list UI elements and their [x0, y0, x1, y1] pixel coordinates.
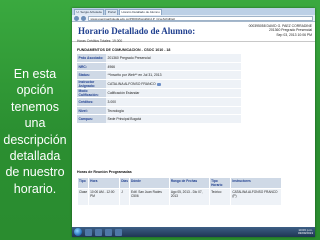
info-label: Nivel:	[77, 106, 106, 115]
email-icon[interactable]	[156, 82, 161, 86]
column-header: Días	[120, 178, 129, 188]
column-header: Tipo Horario	[210, 178, 231, 188]
column-header: Rango de Fechas	[169, 178, 210, 188]
schedule-cell: Ago 05, 2013 - Dic 07, 2013	[169, 189, 210, 205]
column-header: Instructores	[231, 178, 281, 188]
info-value: **Inscrito por Web** en Jul 31, 2013	[106, 71, 241, 80]
caption-line: En esta	[13, 67, 57, 81]
start-button-icon[interactable]	[74, 228, 82, 236]
browser-tab[interactable]: U. Sergio Arboleda	[74, 9, 105, 15]
embedded-screenshot: U. Sergio Arboleda Portal Horario Detall…	[72, 8, 315, 237]
taskbar-app-icon[interactable]	[105, 228, 112, 236]
taskbar-app-icon[interactable]	[115, 228, 122, 236]
browser-tab[interactable]: Portal	[105, 9, 119, 15]
caption-line: tenemos	[11, 99, 59, 114]
info-label: Créditos:	[77, 98, 106, 106]
info-label: Campus:	[77, 115, 106, 124]
taskbar-app-icon[interactable]	[95, 228, 102, 236]
browser-tab-active[interactable]: Horario Detallado de Alumno	[119, 9, 163, 15]
table-row: NRC: 4966	[77, 62, 241, 71]
table-row: Status: **Inscrito por Web** en Jul 31, …	[77, 71, 241, 80]
user-info: 000395058 DAVID G. PAEZ CORRADINE 201360…	[249, 24, 312, 37]
schedule-cell: 10:00 AM - 12:00 PM	[89, 189, 120, 205]
table-row: Instructor Asignado: CATALINA ALFONSO FR…	[77, 80, 241, 89]
forward-icon[interactable]	[81, 15, 86, 21]
page-title: Horario Detallado de Alumno:	[78, 26, 196, 36]
course-info-table: Prdo Asociado: 201360 Pregrado Presencia…	[77, 53, 241, 124]
table-header-row: Tipo Hora Días Dónde Rango de Fechas Tip…	[78, 178, 281, 188]
info-value-instructor: CATALINA ALFONSO FRANCO	[106, 80, 241, 89]
date-line: Sep 03, 2013 10:06 PM	[276, 32, 312, 37]
browser-tab-bar: U. Sergio Arboleda Portal Horario Detall…	[72, 8, 315, 15]
schedule-table: Tipo Hora Días Dónde Rango de Fechas Tip…	[77, 177, 282, 206]
table-row: Créditos: 3.000	[77, 98, 241, 106]
info-label: Status:	[77, 71, 106, 80]
column-header: Tipo	[78, 178, 89, 188]
taskbar-clock[interactable]: 10:06 p.m. 03/09/2013	[297, 228, 313, 236]
info-value: 4966	[106, 62, 241, 71]
taskbar-app-icon[interactable]	[85, 228, 92, 236]
info-label: Instructor Asignado:	[77, 80, 106, 89]
schedule-cell: J	[120, 189, 129, 205]
taskbar: 10:06 p.m. 03/09/2013	[72, 227, 315, 237]
info-value: Tecnologia	[106, 106, 241, 115]
course-title: FUNDAMENTOS DE COMUNICACION - CSOC 1010 …	[77, 48, 171, 52]
instructor-name[interactable]: CATALINA ALFONSO FRANCO	[108, 82, 156, 86]
table-row: Clase 10:00 AM - 12:00 PM J Edif. San Ju…	[78, 189, 281, 205]
back-icon[interactable]	[74, 15, 79, 21]
caption-line: horario.	[13, 181, 57, 196]
caption-line: detallada	[9, 149, 61, 164]
schedule-cell: Clase	[78, 189, 89, 205]
total-credits: Horas Créditos Totales: 19.000	[77, 39, 123, 43]
address-bar: www.usergioarboleda.edu.co/PROD/bwskfshd…	[72, 15, 315, 22]
table-row: Modo Calificación: Calificación Estandar	[77, 89, 241, 98]
slide-caption: En esta opción tenemos una descripción d…	[2, 66, 68, 197]
url-field[interactable]: www.usergioarboleda.edu.co/PROD/bwskfshd…	[88, 15, 313, 21]
schedule-cell: CATALINA ALFONSO FRANCO (P)	[231, 189, 281, 205]
info-label: NRC:	[77, 62, 106, 71]
schedule-cell: Edif. San Juan Rodes C506	[129, 189, 169, 205]
caption-line: una	[24, 116, 46, 131]
info-label: Prdo Asociado:	[77, 54, 106, 62]
table-row: Campus: Sede Principal Bogotá	[77, 115, 241, 124]
column-header: Hora	[89, 178, 120, 188]
schedule-cell: Teórico	[210, 189, 231, 205]
info-value: Calificación Estandar	[106, 89, 241, 98]
info-value: 201360 Pregrado Presencial	[106, 54, 241, 62]
column-header: Dónde	[129, 178, 169, 188]
caption-line: de nuestro	[5, 165, 65, 180]
caption-line: opción	[16, 83, 54, 98]
info-value: Sede Principal Bogotá	[106, 115, 241, 124]
clock-date: 03/09/2013	[297, 231, 313, 235]
caption-line: descripción	[3, 132, 67, 147]
info-label: Modo Calificación:	[77, 89, 106, 98]
table-row: Prdo Asociado: 201360 Pregrado Presencia…	[77, 54, 241, 62]
info-value: 3.000	[106, 98, 241, 106]
table-row: Nivel: Tecnologia	[77, 106, 241, 115]
schedule-title: Horas de Reunión Programadas	[77, 170, 132, 174]
